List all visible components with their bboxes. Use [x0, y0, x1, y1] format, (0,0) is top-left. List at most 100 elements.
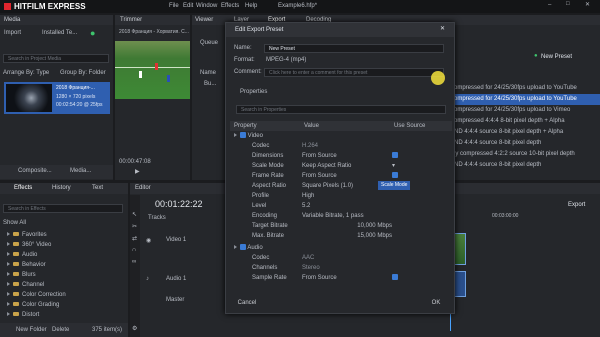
- composite-button[interactable]: Composite...: [18, 168, 52, 174]
- menu-effects[interactable]: Effects: [221, 3, 239, 9]
- tab-effects[interactable]: Effects: [14, 185, 32, 191]
- effects-folder-label: Channel: [22, 282, 45, 288]
- effects-panel: Effects History Text Search in Effects S…: [0, 183, 128, 337]
- media-tab[interactable]: Media: [0, 15, 113, 25]
- preset-item[interactable]: ompressed for 24/25/30fps upload to YouT…: [450, 83, 600, 94]
- editor-export-button[interactable]: Export: [568, 202, 585, 208]
- effects-folder[interactable]: Distort: [3, 310, 126, 321]
- video-track-label: Video 1: [166, 237, 187, 243]
- select-tool-icon[interactable]: ↖: [132, 211, 137, 218]
- link-icon[interactable]: ∞: [132, 259, 136, 265]
- preset-item[interactable]: ND 4:4:4 source 8-bit pixel depth: [450, 138, 600, 149]
- media-search-input[interactable]: Search in Project Media: [3, 54, 109, 63]
- show-all-dropdown[interactable]: Show All: [3, 220, 26, 226]
- menu-help[interactable]: Help: [245, 3, 257, 9]
- effects-folder-label: Color Correction: [22, 292, 66, 298]
- pitch-line: [115, 67, 190, 68]
- properties-table-header: Property Value Use Source: [230, 121, 452, 131]
- clip-thumbnail: [6, 84, 52, 112]
- slip-tool-icon[interactable]: ⇄: [132, 235, 137, 242]
- properties-search-input[interactable]: Search in Properties: [236, 105, 446, 114]
- effects-folder-label: Distort: [22, 312, 40, 318]
- scale-mode-tooltip: Scale Mode: [378, 181, 411, 190]
- magnet-icon[interactable]: ∩: [132, 247, 136, 253]
- title-bar: HITFILM EXPRESS File Edit Window Effects…: [0, 0, 600, 13]
- effects-search-input[interactable]: Search in Effects: [3, 204, 123, 213]
- player-figure: [139, 71, 142, 78]
- cancel-button[interactable]: Cancel: [232, 297, 262, 309]
- edit-export-preset-dialog: Edit Export Preset ✕ Name: New Preset Fo…: [225, 22, 455, 314]
- properties-header: Properties: [240, 89, 268, 95]
- menu-edit[interactable]: Edit: [183, 3, 193, 9]
- dialog-close-icon[interactable]: ✕: [440, 25, 445, 32]
- editor-timecode: 00:01:22:22: [155, 199, 203, 209]
- media-bottom-bar: Composite... Media...: [0, 165, 113, 179]
- prop-value: 5.2: [302, 203, 311, 209]
- format-value: MPEG-4 (mp4): [266, 57, 307, 63]
- prop-name: Sample Rate: [252, 275, 287, 281]
- media-button[interactable]: Media...: [70, 168, 91, 174]
- effects-folder-label: 360° Video: [22, 242, 52, 248]
- name-label: Name:: [234, 45, 252, 51]
- preset-item[interactable]: ly compressed 4:2:2 source 10-bit pixel …: [450, 149, 600, 160]
- media-clip-item[interactable]: 2018 Франция-... 1280 × 720 pixels 00:02…: [4, 82, 110, 114]
- prop-row[interactable]: Max. Bitrate 15,000 Mbps: [230, 231, 452, 242]
- tab-history[interactable]: History: [52, 185, 71, 191]
- preset-name-input[interactable]: New Preset: [264, 44, 444, 53]
- queue-label: Queue: [200, 40, 219, 46]
- effects-folder-label: Audio: [22, 252, 38, 258]
- close-window-icon[interactable]: ✕: [585, 1, 590, 8]
- queue-item[interactable]: Bu...: [204, 81, 216, 87]
- preset-item[interactable]: ompressed for 24/25/30fps upload to Vime…: [450, 105, 600, 116]
- installed-templates-button[interactable]: Installed Te...: [42, 30, 77, 36]
- prop-row[interactable]: Sample Rate From Source: [230, 273, 452, 281]
- new-preset-button[interactable]: New Preset: [541, 54, 572, 60]
- add-icon[interactable]: ●: [90, 28, 95, 38]
- media-panel: Media Import Installed Te... ● Search in…: [0, 15, 113, 180]
- menu-file[interactable]: File: [169, 3, 179, 9]
- hitfilm-logo-icon: [4, 3, 11, 10]
- master-label: Master: [166, 297, 185, 303]
- prop-value: Variable Bitrate, 1 pass: [302, 213, 364, 219]
- preset-list: ompressed for 24/25/30fps upload to YouT…: [450, 83, 600, 193]
- preset-item[interactable]: ompressed 4:4:4 8-bit pixel depth + Alph…: [450, 116, 600, 127]
- use-source-checkbox[interactable]: [392, 274, 398, 281]
- maximize-icon[interactable]: □: [566, 1, 570, 7]
- menu-window[interactable]: Window: [196, 3, 217, 9]
- trimmer-tab[interactable]: Trimmer: [115, 15, 190, 25]
- col-value: Value: [304, 123, 319, 129]
- format-label: Format:: [234, 57, 255, 63]
- editor-tool-strip: ↖ ✂ ⇄ ∩ ∞ ⚙: [130, 195, 140, 337]
- arrange-by-dropdown[interactable]: Arrange By: Type: [3, 70, 49, 76]
- slice-tool-icon[interactable]: ✂: [132, 223, 137, 230]
- preset-item[interactable]: ND 4:4:4 source 8-bit pixel depth: [450, 160, 600, 171]
- tab-text[interactable]: Text: [92, 185, 103, 191]
- tooltip-text: Scale Mode: [381, 182, 408, 188]
- video-track-eye-icon[interactable]: ◉: [146, 237, 151, 244]
- audio-track-speaker-icon[interactable]: ♪: [146, 276, 149, 282]
- use-source-checkbox[interactable]: [392, 172, 398, 179]
- dropdown-arrow-icon[interactable]: ▾: [392, 163, 395, 169]
- preset-item[interactable]: ND 4:4:4 source 8-bit pixel depth + Alph…: [450, 127, 600, 138]
- prop-value: Square Pixels (1.0): [302, 183, 354, 189]
- ok-button[interactable]: OK: [426, 297, 446, 309]
- video-section-label: Video: [247, 133, 263, 139]
- new-folder-button[interactable]: New Folder: [16, 327, 47, 333]
- minimize-icon[interactable]: –: [548, 2, 551, 8]
- prop-value: Stereo: [302, 265, 320, 271]
- tab-viewer[interactable]: Viewer: [195, 17, 213, 23]
- import-button[interactable]: Import: [4, 30, 21, 36]
- comment-input[interactable]: Click here to enter a comment for this p…: [264, 68, 444, 77]
- ruler-mark: 00:03:00:00: [492, 213, 519, 219]
- play-icon[interactable]: ▶: [135, 168, 140, 175]
- effects-folder-label: Favorites: [22, 232, 47, 238]
- preset-item-selected[interactable]: ompressed for 24/25/30fps upload to YouT…: [450, 94, 600, 105]
- group-by-dropdown[interactable]: Group By: Folder: [60, 70, 106, 76]
- new-preset-add-icon[interactable]: ●: [534, 53, 538, 59]
- delete-button[interactable]: Delete: [52, 327, 69, 333]
- use-source-checkbox[interactable]: [392, 152, 398, 159]
- settings-icon[interactable]: ⚙: [132, 325, 137, 332]
- audio-track-label: Audio 1: [166, 276, 187, 282]
- trimmer-video-frame: [115, 41, 190, 99]
- effects-count: 375 item(s): [92, 327, 123, 333]
